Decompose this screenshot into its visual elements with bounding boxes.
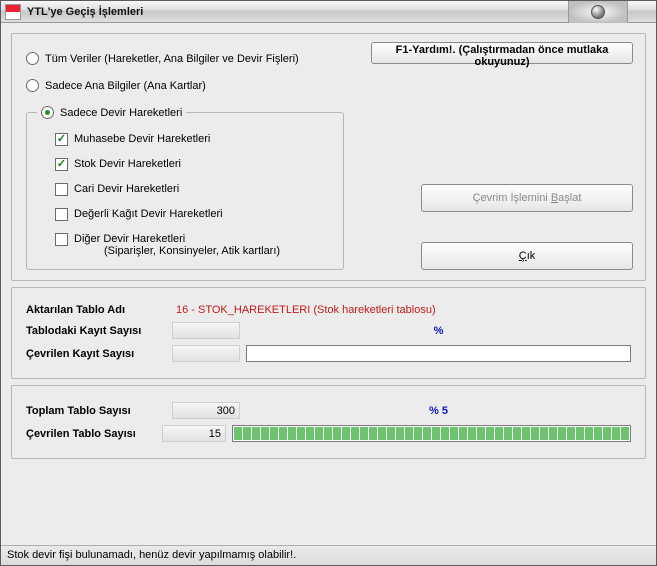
progress-records: [246, 345, 631, 362]
value-table-name: 16 - STOK_HAREKETLERI (Stok hareketleri …: [176, 304, 436, 316]
checkbox-icon: [55, 183, 68, 196]
radio-label: Sadece Ana Bilgiler (Ana Kartlar): [45, 80, 206, 92]
radio-label: Sadece Devir Hareketleri: [60, 107, 182, 119]
radio-devir-only[interactable]: Sadece Devir Hareketleri: [37, 106, 186, 119]
row-table-name: Aktarılan Tablo Adı 16 - STOK_HAREKETLER…: [26, 304, 631, 316]
row-record-count: Tablodaki Kayıt Sayısı %: [26, 322, 631, 339]
client-area: F1-Yardım!. (Çalıştırmadan önce mutlaka …: [1, 23, 656, 545]
row-total-tables: Toplam Tablo Sayısı 300 % 5: [26, 402, 631, 419]
devir-fieldset: Sadece Devir Hareketleri Muhasebe Devir …: [26, 106, 344, 270]
btn-text: Çevrim İşlemini: [473, 192, 551, 204]
action-buttons: Çevrim İşlemini Başlat Çık: [421, 184, 633, 270]
row-converted-tables: Çevrilen Tablo Sayısı 15: [26, 425, 631, 442]
btn-accel: Ç: [519, 250, 527, 262]
minimize-button[interactable]: [591, 5, 605, 19]
value-converted-records: [172, 345, 240, 362]
label-table-name: Aktarılan Tablo Adı: [26, 304, 166, 316]
check-stok[interactable]: Stok Devir Hareketleri: [55, 158, 333, 171]
app-icon: [5, 4, 21, 20]
check-muhasebe[interactable]: Muhasebe Devir Hareketleri: [55, 133, 333, 146]
label-record-count: Tablodaki Kayıt Sayısı: [26, 325, 166, 337]
exit-button[interactable]: Çık: [421, 242, 633, 270]
value-converted-tables: 15: [162, 425, 226, 442]
transfer-status-panel: Aktarılan Tablo Adı 16 - STOK_HAREKETLER…: [11, 287, 646, 379]
radio-main-only[interactable]: Sadece Ana Bilgiler (Ana Kartlar): [26, 79, 631, 92]
status-text: Stok devir fişi bulunamadı, henüz devir …: [7, 549, 296, 561]
percent-tables: % 5: [246, 405, 631, 417]
radio-icon: [26, 79, 39, 92]
checkbox-label: Stok Devir Hareketleri: [74, 158, 181, 170]
check-degerli-kagit[interactable]: Değerli Kağıt Devir Hareketleri: [55, 208, 333, 221]
radio-icon: [26, 52, 39, 65]
radio-label: Tüm Veriler (Hareketler, Ana Bilgiler ve…: [45, 53, 299, 65]
check-diger[interactable]: Diğer Devir Hareketleri (Siparişler, Kon…: [55, 233, 333, 257]
progress-tables: [232, 425, 631, 442]
checkbox-label: Diğer Devir Hareketleri (Siparişler, Kon…: [74, 233, 280, 257]
checkbox-icon: [55, 158, 68, 171]
btn-text: aşlat: [558, 192, 581, 204]
start-button[interactable]: Çevrim İşlemini Başlat: [421, 184, 633, 212]
row-converted-records: Çevrilen Kayıt Sayısı: [26, 345, 631, 362]
options-panel: F1-Yardım!. (Çalıştırmadan önce mutlaka …: [11, 33, 646, 281]
checkbox-icon: [55, 208, 68, 221]
checkbox-label: Muhasebe Devir Hareketleri: [74, 133, 210, 145]
btn-text: ık: [527, 250, 536, 262]
label-converted-tables: Çevrilen Tablo Sayısı: [26, 428, 156, 440]
label-total-tables: Toplam Tablo Sayısı: [26, 405, 166, 417]
table-progress-panel: Toplam Tablo Sayısı 300 % 5 Çevrilen Tab…: [11, 385, 646, 459]
titlebar: YTL'ye Geçiş İşlemleri: [1, 1, 656, 23]
status-bar: Stok devir fişi bulunamadı, henüz devir …: [1, 545, 656, 565]
checkbox-label: Cari Devir Hareketleri: [74, 183, 179, 195]
window-title: YTL'ye Geçiş İşlemleri: [27, 6, 143, 18]
checkbox-icon: [55, 133, 68, 146]
label-converted-records: Çevrilen Kayıt Sayısı: [26, 348, 166, 360]
checkbox-icon: [55, 233, 68, 246]
check-cari[interactable]: Cari Devir Hareketleri: [55, 183, 333, 196]
percent-record: %: [246, 325, 631, 337]
value-record-count: [172, 322, 240, 339]
radio-icon: [41, 106, 54, 119]
checkbox-label-main: Diğer Devir Hareketleri: [74, 233, 185, 245]
app-window: YTL'ye Geçiş İşlemleri F1-Yardım!. (Çalı…: [0, 0, 657, 566]
titlebar-button-slot: [568, 1, 628, 23]
value-total-tables: 300: [172, 402, 240, 419]
checkbox-label: Değerli Kağıt Devir Hareketleri: [74, 208, 223, 220]
help-button[interactable]: F1-Yardım!. (Çalıştırmadan önce mutlaka …: [371, 42, 633, 64]
checkbox-label-sub: (Siparişler, Konsinyeler, Atik kartları): [104, 245, 280, 257]
